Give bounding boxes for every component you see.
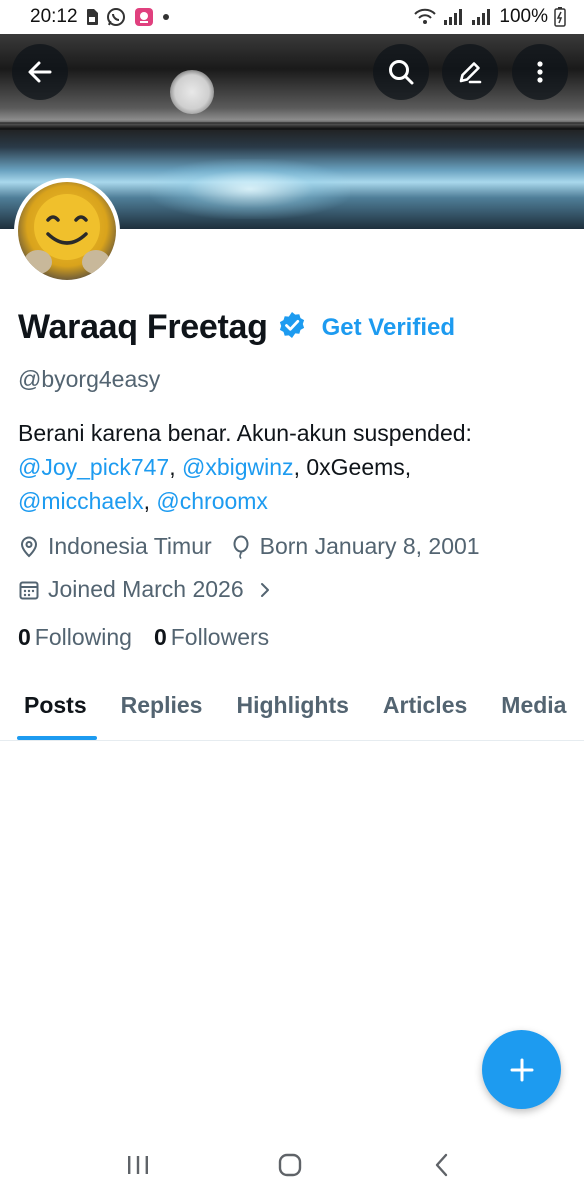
follow-stats: 0 Following 0 Followers (18, 624, 269, 651)
recent-apps-button[interactable] (118, 1148, 158, 1182)
profile-tabs: Posts Replies Highlights Articles Media (0, 680, 584, 741)
banner-water-glow (150, 159, 350, 219)
tab-replies[interactable]: Replies (104, 680, 220, 740)
status-left: 20:12 (30, 6, 170, 28)
profile-bio: Berani karena benar. Akun-akun suspended… (18, 420, 472, 514)
bio-text: Berani karena benar. Akun-akun suspended… (18, 420, 472, 446)
dot-indicator-icon (162, 13, 170, 21)
tab-articles[interactable]: Articles (366, 680, 484, 740)
name-row: Waraaq Freetag Get Verified (18, 308, 455, 347)
plus-icon (510, 1058, 533, 1081)
status-bar: 20:12 100% (0, 0, 584, 34)
display-name: Waraaq Freetag (18, 308, 268, 346)
bio-mention-chroomx[interactable]: @chroomx (156, 488, 268, 514)
balloon-icon (233, 535, 249, 559)
bio-mention-joy-pick747[interactable]: @Joy_pick747 (18, 454, 169, 480)
following-label: Following (34, 624, 132, 650)
profile-handle: @byorg4easy (18, 366, 161, 392)
sim-card-icon (86, 9, 98, 25)
home-icon (278, 1153, 302, 1177)
search-button[interactable] (373, 44, 429, 100)
location-text: Indonesia Timur (48, 533, 212, 559)
joined-text: Joined March 2026 (48, 576, 244, 602)
birthday-text: Born January 8, 2001 (259, 533, 480, 559)
smiley-avatar-image (24, 194, 110, 274)
recent-apps-icon (128, 1156, 148, 1174)
birthday-item: Born January 8, 2001 (230, 533, 480, 560)
location-pin-icon (20, 536, 38, 557)
followers-count: 0 (153, 624, 167, 650)
profile-meta-row: Indonesia Timur Born January 8, 2001 (18, 533, 480, 560)
bio-mention-xbigwinz[interactable]: @xbigwinz (182, 454, 294, 480)
more-vertical-icon (537, 61, 543, 83)
following-link[interactable]: 0 Following (18, 624, 132, 651)
more-options-button[interactable] (512, 44, 568, 100)
signal-icon-2 (471, 9, 493, 25)
whatsapp-icon (106, 7, 126, 27)
pencil-icon (459, 62, 482, 84)
bio-text-0xgeems: 0xGeems (306, 454, 405, 480)
edit-button[interactable] (442, 44, 498, 100)
calendar-icon (19, 581, 39, 599)
followers-link[interactable]: 0 Followers (154, 624, 269, 651)
tab-media[interactable]: Media (484, 680, 583, 740)
arrow-left-icon (28, 61, 52, 83)
wifi-icon (413, 8, 437, 26)
joined-row[interactable]: Joined March 2026 (18, 576, 272, 603)
app-notification-icon (134, 7, 154, 27)
system-nav-bar (0, 1130, 584, 1200)
joined-item[interactable]: Joined March 2026 (18, 576, 272, 603)
verified-badge-icon[interactable] (278, 311, 306, 344)
back-button[interactable] (12, 44, 68, 100)
signal-icon (443, 9, 465, 25)
system-back-button[interactable] (422, 1148, 462, 1182)
compose-post-button[interactable] (482, 1030, 561, 1109)
status-time: 20:12 (30, 6, 78, 27)
avatar[interactable] (14, 178, 120, 284)
search-icon (389, 60, 414, 85)
banner-moon (170, 70, 214, 114)
battery-charging-icon (554, 7, 566, 27)
active-tab-indicator (17, 736, 97, 740)
back-chevron-icon (435, 1153, 448, 1177)
status-right: 100% (413, 6, 566, 28)
following-count: 0 (18, 624, 31, 650)
home-button[interactable] (270, 1148, 310, 1182)
get-verified-link[interactable]: Get Verified (322, 314, 455, 342)
chevron-right-icon (260, 582, 269, 597)
bio-mention-micchaelx[interactable]: @micchaelx (18, 488, 144, 514)
tab-highlights[interactable]: Highlights (219, 680, 365, 740)
location-item: Indonesia Timur (18, 533, 212, 560)
tab-posts[interactable]: Posts (0, 680, 104, 740)
followers-label: Followers (170, 624, 270, 650)
battery-percentage: 100% (499, 6, 548, 27)
